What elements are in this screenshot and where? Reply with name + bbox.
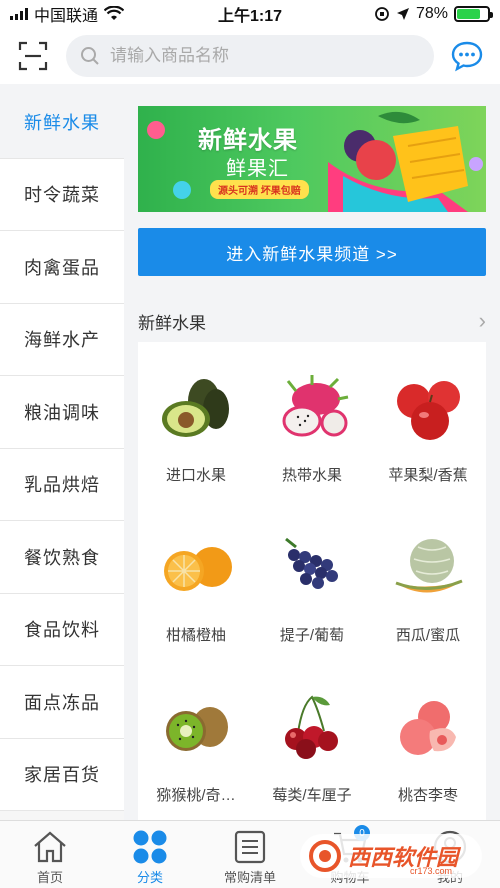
battery-fill: [457, 9, 481, 19]
chat-bubble-icon: [451, 41, 483, 72]
category-content: 新鲜水果 鲜果汇 源头可溯 坏果包赔 进入新鲜水果频道 >> 新鲜水果 › 进口…: [124, 86, 500, 820]
subcategory-label: 苹果梨/香蕉: [388, 467, 468, 484]
sidebar-item-food-drinks[interactable]: 食品饮料: [0, 593, 124, 666]
subcategory-label: 进口水果: [165, 467, 226, 484]
chevron-right-icon: ›: [478, 308, 486, 333]
tab-label: 首页: [36, 870, 63, 885]
wifi-icon: [104, 6, 125, 20]
subcategory-label: 提子/葡萄: [279, 627, 345, 644]
banner-title: 新鲜水果: [198, 127, 298, 154]
subcategory-label: 桃杏李枣: [397, 787, 458, 804]
top-bar: [0, 28, 500, 84]
subcategory-grid: 进口水果 热带水果 苹果梨/香蕉 柑橘橙柚 提子/葡萄 西瓜/蜜瓜 猕猴桃/奇……: [138, 342, 486, 820]
tab-label: 常购清单: [223, 870, 276, 885]
status-time: 上午1:17: [217, 8, 283, 25]
sidebar-item-frozen[interactable]: 面点冻品: [0, 666, 124, 739]
avocado-icon: [148, 360, 244, 456]
status-left: 中国联通: [10, 2, 125, 26]
signal-icon: [10, 8, 28, 20]
section-title: 新鲜水果: [138, 313, 206, 333]
subcategory-item[interactable]: 猕猴桃/奇…: [138, 668, 254, 820]
watermark-logo-icon: [309, 840, 341, 872]
subcategory-item[interactable]: 西瓜/蜜瓜: [370, 508, 486, 668]
search-box[interactable]: [66, 35, 434, 77]
peach-icon: [380, 680, 476, 776]
subcategory-label: 柑橘橙柚: [165, 627, 226, 644]
sidebar-item-dairy-bakery[interactable]: 乳品烘焙: [0, 448, 124, 521]
status-bar: 中国联通 上午1:17 78%: [0, 0, 500, 28]
subcategory-label: 莓类/车厘子: [272, 787, 352, 804]
orange-icon: [148, 520, 244, 616]
dragon-fruit-icon: [264, 360, 360, 456]
tab-home[interactable]: 首页: [0, 821, 100, 888]
subcategory-label: 西瓜/蜜瓜: [395, 627, 461, 644]
battery-percent: 78%: [415, 5, 448, 22]
sidebar-item-meat-eggs[interactable]: 肉禽蛋品: [0, 231, 124, 304]
sidebar-item-grain-oil[interactable]: 粮油调味: [0, 376, 124, 449]
list-icon: [230, 827, 270, 867]
grape-icon: [264, 520, 360, 616]
sidebar-item-fresh-fruit[interactable]: 新鲜水果: [0, 86, 124, 159]
sidebar-item-seafood[interactable]: 海鲜水产: [0, 303, 124, 376]
watermark-sub: cr173.com: [409, 866, 452, 876]
battery-icon: [454, 6, 493, 22]
sidebar-item-seasonal-veg[interactable]: 时令蔬菜: [0, 158, 124, 231]
subcategory-label: 热带水果: [281, 467, 342, 484]
subcategory-item[interactable]: 莓类/车厘子: [254, 668, 370, 820]
apple-icon: [380, 360, 476, 456]
tab-label: 分类: [136, 870, 163, 885]
message-button[interactable]: [446, 35, 488, 77]
subcategory-item[interactable]: 进口水果: [138, 348, 254, 508]
enter-channel-button[interactable]: 进入新鲜水果频道 >>: [138, 228, 486, 276]
sidebar-item-deli[interactable]: 餐饮熟食: [0, 521, 124, 594]
carrier-name: 中国联通: [34, 8, 99, 25]
banner-decoration: [147, 111, 483, 212]
tab-frequent-list[interactable]: 常购清单: [200, 821, 300, 888]
orientation-lock-icon: [375, 7, 389, 21]
scan-icon: [18, 41, 48, 71]
promo-banner[interactable]: 新鲜水果 鲜果汇 源头可溯 坏果包赔: [138, 106, 486, 212]
sidebar-item-household[interactable]: 家居百货: [0, 738, 124, 811]
cherry-icon: [264, 680, 360, 776]
subcategory-item[interactable]: 热带水果: [254, 348, 370, 508]
kiwi-icon: [148, 680, 244, 776]
location-icon: [396, 8, 409, 20]
search-input[interactable]: [110, 46, 420, 66]
home-icon: [30, 827, 70, 867]
subcategory-item[interactable]: 提子/葡萄: [254, 508, 370, 668]
status-right: 78%: [374, 5, 493, 23]
tab-category[interactable]: 分类: [100, 821, 200, 888]
melon-icon: [380, 520, 476, 616]
scan-button[interactable]: [12, 35, 54, 77]
subcategory-item[interactable]: 柑橘橙柚: [138, 508, 254, 668]
category-sidebar: 新鲜水果 时令蔬菜 肉禽蛋品 海鲜水产 粮油调味 乳品烘焙 餐饮熟食 食品饮料 …: [0, 86, 124, 820]
banner-tag: 源头可溯 坏果包赔: [210, 180, 309, 199]
search-icon: [81, 47, 99, 65]
subcategory-item[interactable]: 桃杏李枣: [370, 668, 486, 820]
category-icon: [130, 827, 170, 867]
subcategory-label: 猕猴桃/奇…: [156, 787, 236, 804]
banner-subtitle: 鲜果汇: [226, 158, 289, 180]
site-watermark: 西西软件园 cr173.com: [300, 834, 482, 878]
section-header[interactable]: 新鲜水果 ›: [138, 306, 486, 336]
subcategory-item[interactable]: 苹果梨/香蕉: [370, 348, 486, 508]
